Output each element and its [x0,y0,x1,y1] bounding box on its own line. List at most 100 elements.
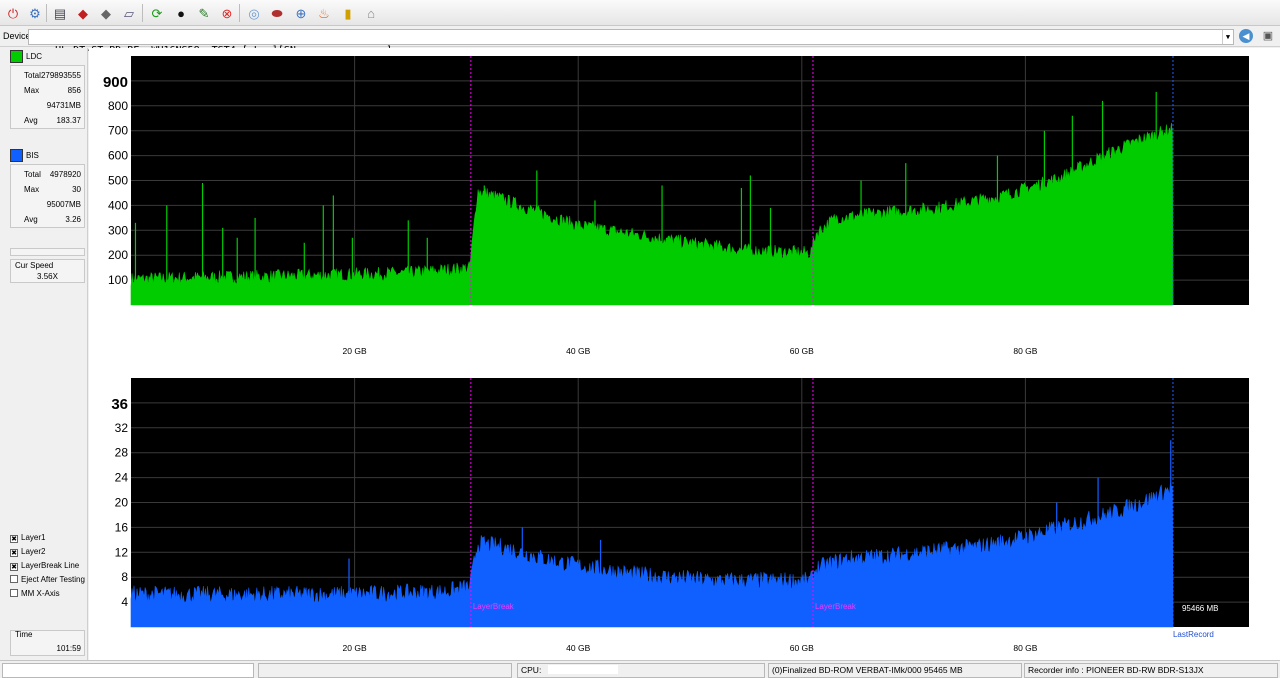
speed-value: 3.56X [37,272,58,281]
bis-total-value: 4978920 [49,170,81,179]
toolbar: ⏻ ⚙ ▤ ◆ ◆ ▱ ⟳ ● ✎ ⊗ ◎ ⬬ ⊕ ♨ ▮ ⌂ [0,0,1280,26]
bis-title: BIS [26,151,39,160]
erase-icon[interactable]: ⌂ [361,3,381,23]
speed-title: Cur Speed [15,261,54,270]
bis-color-swatch[interactable] [10,149,23,162]
ldc-avg-label: Avg [24,116,38,125]
layer-break-label: LayerBreak [473,602,515,611]
ldc-avg-value: 183.37 [56,116,81,125]
y-top-label: 900 [103,74,128,91]
checkbox-icon[interactable]: ✖ [10,535,18,543]
y-tick-label: 100 [108,273,128,287]
x-tick-label: 20 GB [343,643,367,653]
y-tick-label: 200 [108,248,128,262]
device-select[interactable]: HL-DT-ST BD-RE WH16NS58 TST4 [ L: ][SN: … [28,29,1234,56]
cpu-meter [547,665,618,674]
y-tick-label: 700 [108,124,128,138]
y-tick-label: 500 [108,174,128,188]
chevron-down-icon[interactable]: ▼ [1222,30,1233,44]
disc-info-icon[interactable]: ⚙ [25,3,45,23]
sidebar: LDC Total 279893555 Max 856 94731MB Avg … [0,48,88,660]
x-tick-label: 80 GB [1013,643,1037,653]
cpu-panel: CPU: [517,663,765,678]
ldc-max-position: 94731MB [46,101,81,110]
y-tick-label: 600 [108,149,128,163]
disc-play-icon[interactable]: ● [171,3,191,23]
chart-area: 100 200 300 400 500 600 700 800 900 20 GB 40 GB 60 … [89,48,1280,660]
ldc-max-value: 856 [67,86,81,95]
option-layerbreak-line[interactable]: ✖ LayerBreak Line [10,561,90,573]
disc-info-panel: (0)Finalized BD-ROM VERBAT-IMk/000 95465… [768,663,1022,678]
y-tick-label: 28 [115,446,129,460]
bar-graph-icon[interactable]: ▮ [338,3,358,23]
ldc-max-label: Max [24,86,40,95]
y-tick-label: 24 [115,471,129,485]
drive-icon[interactable]: ▤ [50,3,70,23]
checkbox-icon[interactable]: ✖ [10,549,18,557]
blank-disc-icon[interactable]: ◎ [244,3,264,23]
option-layer1[interactable]: ✖ Layer1 [10,533,90,545]
fire-icon[interactable]: ♨ [314,3,334,23]
bis-total-label: Total [24,170,41,179]
bis-avg-value: 3.26 [65,215,81,224]
bis-stats: Total 4978920 Max 30 95007MB Avg 3.26 [10,164,85,228]
status-bar: CPU: (0)Finalized BD-ROM VERBAT-IMk/000 … [0,660,1280,678]
option-mm-x-axis[interactable]: MM X-Axis [10,589,90,601]
time-title: Time [15,630,33,639]
option-eject-after-testing[interactable]: Eject After Testing [10,575,90,587]
burn-icon[interactable]: ⬬ [267,3,287,23]
y-tick-label: 8 [121,570,128,584]
y-tick-label: 20 [115,496,129,510]
y-tick-label: 12 [115,545,129,559]
write-icon[interactable]: ▱ [119,3,139,23]
x-tick-label: 40 GB [566,346,590,356]
y-tick-label: 400 [108,198,128,212]
x-tick-label: 40 GB [566,643,590,653]
option-layer2[interactable]: ✖ Layer2 [10,547,90,559]
checkbox-icon[interactable] [10,589,18,597]
disc-gray-icon[interactable]: ◆ [96,3,116,23]
device-bar: Device: HL-DT-ST BD-RE WH16NS58 TST4 [ L… [0,27,1280,56]
y-tick-label: 32 [115,421,129,435]
copy-icon[interactable]: ⊕ [291,3,311,23]
x-tick-label: 80 GB [1013,346,1037,356]
y-tick-label: 4 [121,595,128,609]
settings-icon[interactable]: ✎ [194,3,214,23]
refresh-icon[interactable]: ⟳ [147,3,167,23]
ldc-total-label: Total [24,71,41,80]
ldc-color-swatch[interactable] [10,50,23,63]
ldc-stats: Total 279893555 Max 856 94731MB Avg 183.… [10,65,85,129]
ldc-title: LDC [26,52,43,61]
y-tick-label: 300 [108,223,128,237]
stop-icon[interactable]: ⊗ [217,3,237,23]
progress-bar [10,248,85,256]
checkbox-icon[interactable]: ✖ [10,563,18,571]
cpu-label: CPU: [521,665,542,675]
power-icon[interactable]: ⏻ [3,3,23,23]
status-panel-2 [258,663,512,678]
y-top-label: 36 [111,396,128,413]
checkbox-icon[interactable] [10,575,18,583]
y-tick-label: 16 [115,520,129,534]
back-arrow-icon[interactable]: ◀ [1239,29,1253,43]
eject-red-icon[interactable]: ◆ [73,3,93,23]
bis-max-value: 30 [72,185,81,194]
y-tick-label: 800 [108,99,128,113]
last-record-label: LastRecord [1173,630,1214,639]
time-box: Time 101:59 [10,630,85,656]
ldc-total-value: 279893555 [40,71,81,80]
recorder-info-panel: Recorder info : PIONEER BD-RW BDR-S13JX [1024,663,1278,678]
save-icon[interactable]: ▣ [1261,29,1275,43]
bis-max-label: Max [24,185,40,194]
speed-box: Cur Speed 3.56X [10,259,85,283]
time-value: 101:59 [56,644,81,653]
x-tick-label: 60 GB [790,346,814,356]
x-tick-label: 20 GB [343,346,367,356]
bis-max-position: 95007MB [46,200,81,209]
status-panel-1 [2,663,254,678]
bis-avg-label: Avg [24,215,38,224]
charts-svg: 100 200 300 400 500 600 700 800 900 20 GB 40 GB 60 … [103,56,1249,653]
x-tick-label: 60 GB [790,643,814,653]
end-value-label: 95466 MB [1182,604,1218,613]
layer-break-label: LayerBreak [815,602,857,611]
